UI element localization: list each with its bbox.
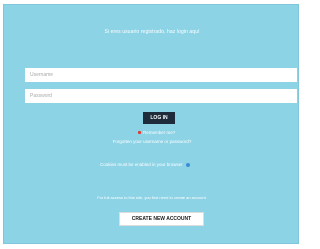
login-panel: Si eres usuario registrado, haz login aq… — [3, 4, 299, 244]
help-icon[interactable] — [185, 162, 190, 167]
checkbox-icon[interactable] — [138, 130, 141, 134]
cookies-notice: Cookies must be enabled in your browser — [100, 162, 190, 167]
register-info-text: For full access to this site, you first … — [97, 195, 207, 200]
password-input[interactable] — [25, 89, 297, 103]
create-account-button[interactable]: CREATE NEW ACCOUNT — [119, 212, 204, 226]
login-button[interactable]: LOG IN — [143, 112, 175, 124]
remember-me[interactable]: Remember me? — [138, 128, 175, 136]
cookies-notice-text: Cookies must be enabled in your browser — [100, 162, 183, 167]
remember-me-label: Remember me? — [143, 129, 176, 135]
forgot-password-link[interactable]: Forgotten your username or password? — [4, 139, 300, 144]
login-heading: Si eres usuario registrado, haz login aq… — [104, 29, 200, 35]
username-input[interactable] — [25, 68, 297, 82]
